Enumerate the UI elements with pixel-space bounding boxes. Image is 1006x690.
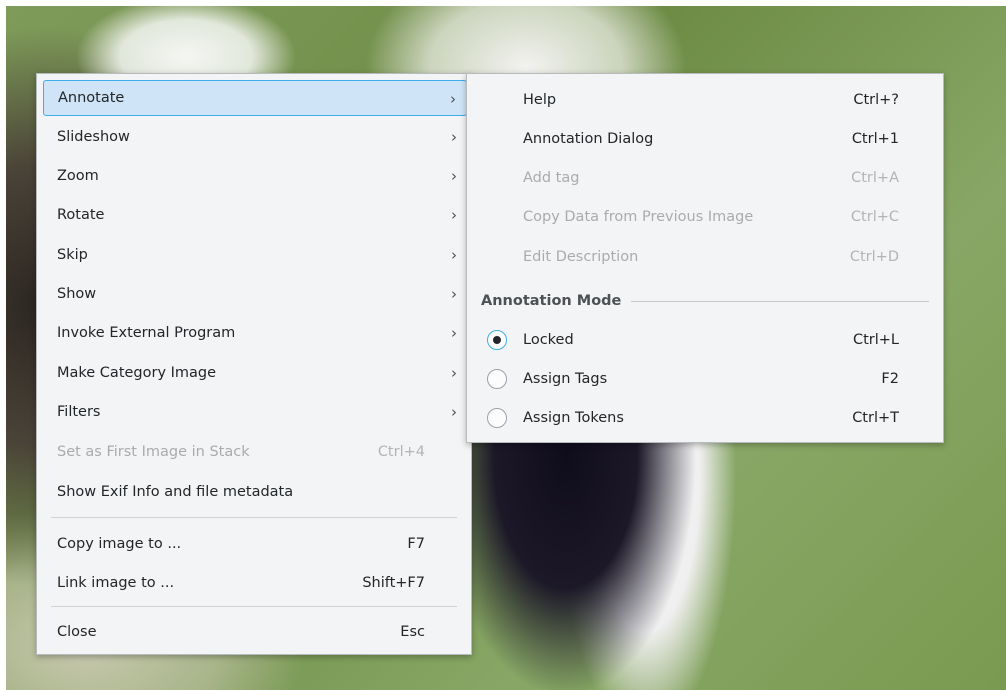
menu-item-filters[interactable]: Filters ›	[43, 394, 467, 430]
section-divider	[617, 301, 929, 302]
menu-item-shortcut: Ctrl+A	[851, 170, 899, 186]
menu-separator	[51, 517, 457, 518]
menu-item-shortcut: Ctrl+C	[850, 209, 899, 225]
menu-item-show[interactable]: Show ›	[43, 276, 467, 312]
chevron-right-icon: ›	[451, 403, 457, 421]
radio-item-locked[interactable]: Locked Ctrl+L	[473, 322, 939, 358]
chevron-right-icon: ›	[451, 167, 457, 185]
menu-item-label: Invoke External Program	[57, 325, 236, 341]
menu-item-label: Set as First Image in Stack	[57, 444, 250, 460]
annotate-submenu: Help Ctrl+? Annotation Dialog Ctrl+1 Add…	[466, 73, 944, 443]
menu-item-annotate[interactable]: Annotate ›	[43, 80, 467, 116]
chevron-right-icon: ›	[451, 324, 457, 342]
radio-button[interactable]	[487, 369, 507, 389]
menu-item-label: Annotate	[58, 90, 125, 106]
menu-item-label: Slideshow	[57, 129, 130, 145]
menu-item-label: Add tag	[523, 170, 580, 186]
menu-item-shortcut: F2	[881, 371, 899, 387]
menu-item-shortcut: Esc	[400, 624, 425, 640]
menu-item-shortcut: Ctrl+?	[853, 92, 899, 108]
menu-item-label: Zoom	[57, 168, 99, 184]
menu-item-label: Filters	[57, 404, 101, 420]
menu-item-close[interactable]: Close Esc	[43, 614, 467, 650]
menu-item-label: Copy image to ...	[57, 536, 182, 552]
menu-item-shortcut: Ctrl+L	[852, 332, 899, 348]
menu-item-label: Edit Description	[523, 249, 639, 265]
menu-item-shortcut: Ctrl+T	[852, 410, 899, 426]
menu-item-shortcut: F7	[407, 536, 425, 552]
menu-item-label: Assign Tokens	[523, 410, 624, 426]
chevron-right-icon: ›	[450, 90, 456, 108]
menu-item-copy-image[interactable]: Copy image to ... F7	[43, 526, 467, 562]
menu-item-label: Help	[523, 92, 557, 108]
menu-item-zoom[interactable]: Zoom ›	[43, 158, 467, 194]
submenu-item-help[interactable]: Help Ctrl+?	[473, 82, 939, 118]
submenu-item-add-tag: Add tag Ctrl+A	[473, 160, 939, 196]
menu-item-label: Skip	[57, 247, 88, 263]
submenu-item-annotation-dialog[interactable]: Annotation Dialog Ctrl+1	[473, 121, 939, 157]
chevron-right-icon: ›	[451, 285, 457, 303]
chevron-right-icon: ›	[451, 246, 457, 264]
radio-item-assign-tags[interactable]: Assign Tags F2	[473, 361, 939, 397]
section-title-annotation-mode: Annotation Mode	[481, 289, 632, 313]
submenu-item-copy-data-previous: Copy Data from Previous Image Ctrl+C	[473, 199, 939, 235]
menu-item-label: Make Category Image	[57, 365, 217, 381]
menu-item-shortcut: Shift+F7	[362, 575, 425, 591]
menu-item-shortcut: Ctrl+1	[851, 131, 899, 147]
radio-item-assign-tokens[interactable]: Assign Tokens Ctrl+T	[473, 400, 939, 436]
menu-item-shortcut: Ctrl+4	[377, 444, 425, 460]
chevron-right-icon: ›	[451, 364, 457, 382]
submenu-item-edit-description: Edit Description Ctrl+D	[473, 239, 939, 275]
menu-item-label: Rotate	[57, 207, 105, 223]
menu-item-invoke-external-program[interactable]: Invoke External Program ›	[43, 315, 467, 351]
menu-separator	[51, 606, 457, 607]
radio-button-checked[interactable]	[487, 330, 507, 350]
menu-item-label: Link image to ...	[57, 575, 175, 591]
menu-item-label: Close	[57, 624, 97, 640]
menu-item-label: Assign Tags	[523, 371, 608, 387]
menu-item-label: Show	[57, 286, 97, 302]
chevron-right-icon: ›	[451, 206, 457, 224]
menu-item-set-first-in-stack: Set as First Image in Stack Ctrl+4	[43, 434, 467, 470]
menu-item-label: Show Exif Info and file metadata	[57, 484, 294, 500]
menu-item-slideshow[interactable]: Slideshow ›	[43, 119, 467, 155]
menu-item-skip[interactable]: Skip ›	[43, 237, 467, 273]
context-menu: Annotate › Slideshow › Zoom › Rotate › S…	[36, 73, 472, 655]
menu-item-rotate[interactable]: Rotate ›	[43, 197, 467, 233]
chevron-right-icon: ›	[451, 128, 457, 146]
menu-item-make-category-image[interactable]: Make Category Image ›	[43, 355, 467, 391]
radio-button[interactable]	[487, 408, 507, 428]
menu-item-link-image[interactable]: Link image to ... Shift+F7	[43, 565, 467, 601]
menu-item-show-exif-info[interactable]: Show Exif Info and file metadata	[43, 474, 467, 510]
menu-item-label: Copy Data from Previous Image	[523, 209, 754, 225]
menu-item-label: Annotation Dialog	[523, 131, 654, 147]
menu-item-shortcut: Ctrl+D	[849, 249, 899, 265]
menu-item-label: Locked	[523, 332, 574, 348]
